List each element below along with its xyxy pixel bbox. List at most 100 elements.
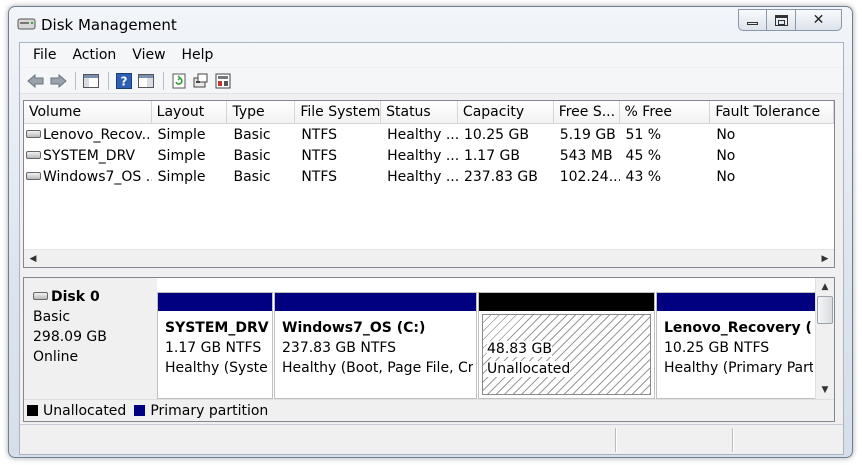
column-header-file-system[interactable]: File System	[295, 101, 382, 123]
disk-graph-view: Disk 0 Basic 298.09 GB Online SYSTEM_DRV…	[23, 277, 835, 422]
scroll-thumb[interactable]	[817, 296, 833, 324]
svg-text:?: ?	[121, 74, 128, 88]
scroll-left-icon[interactable]: ◀	[24, 250, 42, 267]
volume-name: SYSTEM_DRV	[43, 148, 136, 164]
percent-free-cell: 51 %	[625, 127, 662, 143]
free-space-cell: 5.19 GB	[559, 127, 616, 143]
column-header-type[interactable]: Type	[227, 101, 296, 123]
legend-swatch-primary-partition	[134, 405, 146, 416]
toolbar-separator	[163, 71, 164, 90]
title-bar[interactable]: Disk Management ✕	[9, 7, 852, 41]
fault-tolerance-cell: No	[716, 169, 736, 185]
type-cell: Basic	[233, 169, 271, 185]
disk-management-app-icon	[17, 17, 37, 32]
partition-details: Windows7_OS (C:) 237.83 GB NTFS Healthy …	[278, 314, 473, 395]
table-row[interactable]: Lenovo_Recov... Simple Basic NTFS Health…	[24, 125, 834, 146]
close-button[interactable]: ✕	[796, 9, 842, 31]
menu-view[interactable]: View	[124, 43, 173, 67]
scroll-up-icon[interactable]: ▲	[816, 278, 834, 296]
show-hide-console-tree-icon[interactable]	[81, 71, 101, 91]
status-cell: Healthy ...	[387, 148, 458, 164]
column-header-volume[interactable]: Volume	[24, 101, 152, 123]
type-cell: Basic	[233, 148, 271, 164]
table-row[interactable]: SYSTEM_DRV Simple Basic NTFS Healthy ...…	[24, 146, 834, 167]
file-system-cell: NTFS	[301, 169, 338, 185]
legend-label-unallocated: Unallocated	[43, 402, 127, 419]
type-cell: Basic	[233, 127, 271, 143]
close-icon: ✕	[812, 12, 825, 28]
file-system-cell: NTFS	[301, 127, 338, 143]
partition-size: 48.83 GB	[487, 341, 552, 357]
column-header-status[interactable]: Status	[381, 101, 458, 123]
volume-icon	[26, 171, 41, 180]
partition-unallocated[interactable]: 48.83 GB Unallocated	[478, 292, 655, 399]
column-header-capacity[interactable]: Capacity	[458, 101, 554, 123]
menu-file[interactable]: File	[25, 43, 64, 67]
layout-cell: Simple	[157, 127, 206, 143]
layout-cell: Simple	[157, 148, 206, 164]
disk-type: Basic	[33, 309, 71, 325]
rescan-disks-icon[interactable]	[191, 71, 211, 91]
caption-buttons: ✕	[738, 9, 842, 31]
client-area: File Action View Help ? Volume Layout Ty…	[19, 42, 844, 455]
column-header-percent-free[interactable]: % Free	[620, 101, 711, 123]
minimize-icon	[747, 22, 758, 25]
partition-details: 48.83 GB Unallocated	[482, 314, 651, 395]
status-bar-separator	[732, 428, 734, 452]
maximize-button[interactable]	[766, 9, 796, 31]
partition-status: Healthy (Boot, Page File, Cra	[282, 360, 473, 376]
menu-action[interactable]: Action	[64, 43, 124, 67]
layout-cell: Simple	[157, 169, 206, 185]
volume-name: Lenovo_Recov...	[43, 127, 152, 143]
capacity-cell: 10.25 GB	[463, 127, 529, 143]
vertical-scrollbar[interactable]: ▲ ▼	[815, 278, 834, 399]
percent-free-cell: 45 %	[625, 148, 662, 164]
status-cell: Healthy ...	[387, 169, 458, 185]
table-row[interactable]: Windows7_OS ... Simple Basic NTFS Health…	[24, 167, 834, 188]
partition-status: Healthy (Primary Part	[664, 360, 813, 376]
volume-cell: SYSTEM_DRV	[24, 146, 152, 167]
volume-icon	[26, 150, 41, 159]
minimize-button[interactable]	[738, 9, 766, 31]
properties-icon[interactable]	[136, 71, 156, 91]
settings-icon[interactable]	[213, 71, 233, 91]
partition-size: 10.25 GB NTFS	[664, 340, 770, 356]
back-icon[interactable]	[26, 71, 46, 91]
free-space-cell: 543 MB	[559, 148, 613, 164]
partition-size: 237.83 GB NTFS	[282, 340, 397, 356]
partition-windows7-os[interactable]: Windows7_OS (C:) 237.83 GB NTFS Healthy …	[274, 292, 477, 399]
partition-color-bar	[275, 293, 476, 311]
volume-icon	[26, 129, 41, 138]
menu-help[interactable]: Help	[174, 43, 222, 67]
help-icon[interactable]: ?	[114, 71, 134, 91]
window-title: Disk Management	[41, 16, 177, 34]
column-header-layout[interactable]: Layout	[152, 101, 228, 123]
refresh-icon[interactable]	[169, 71, 189, 91]
partition-lenovo-recovery[interactable]: Lenovo_Recovery ( 10.25 GB NTFS Healthy …	[656, 292, 817, 399]
scroll-right-icon[interactable]: ▶	[816, 250, 834, 267]
capacity-cell: 1.17 GB	[463, 148, 521, 164]
disk-info[interactable]: Disk 0 Basic 298.09 GB Online	[24, 278, 157, 399]
partition-color-bar	[657, 293, 816, 311]
fault-tolerance-cell: No	[716, 127, 736, 143]
status-cell: Healthy ...	[387, 127, 458, 143]
partition-system-drv[interactable]: SYSTEM_DRV 1.17 GB NTFS Healthy (System	[157, 292, 273, 399]
column-header-free-space[interactable]: Free S...	[554, 101, 620, 123]
partition-name: SYSTEM_DRV	[165, 320, 269, 336]
column-header-fault-tolerance[interactable]: Fault Tolerance	[710, 101, 834, 123]
toolbar: ?	[20, 68, 843, 94]
disk-icon	[33, 291, 48, 300]
volume-cell: Lenovo_Recov...	[24, 125, 152, 146]
legend-label-primary-partition: Primary partition	[150, 402, 269, 419]
scroll-down-icon[interactable]: ▼	[816, 381, 834, 399]
horizontal-scrollbar[interactable]: ◀ ▶	[24, 249, 834, 267]
forward-icon[interactable]	[48, 71, 68, 91]
disk-size: 298.09 GB	[33, 329, 107, 345]
status-bar	[20, 424, 843, 454]
volume-cell: Windows7_OS ...	[24, 167, 152, 188]
volume-list[interactable]: Volume Layout Type File System Status Ca…	[23, 100, 835, 268]
toolbar-separator	[108, 71, 109, 90]
menu-bar: File Action View Help	[20, 43, 843, 67]
partition-color-bar	[479, 293, 654, 311]
partition-status: Unallocated	[487, 361, 571, 377]
